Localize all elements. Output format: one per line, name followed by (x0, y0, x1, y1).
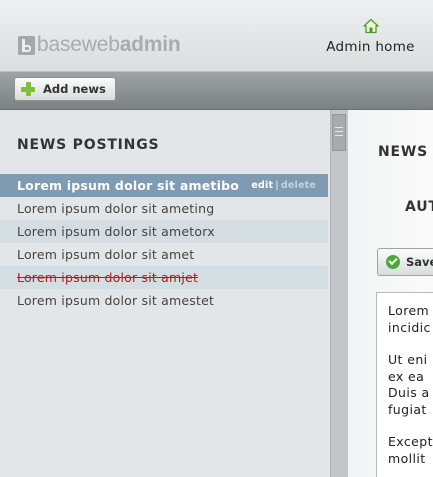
news-item[interactable]: Lorem ipsum dolor sit amet (0, 243, 328, 266)
body-paragraph: Except mollit (388, 434, 433, 466)
news-item[interactable]: Lorem ipsum dolor sit amestet (0, 289, 328, 312)
news-item-title: Lorem ipsum dolor sit amet (17, 247, 195, 262)
news-item[interactable]: Lorem ipsum dolor sit ametibo edit | delet… (0, 174, 328, 197)
add-news-label: Add news (43, 82, 106, 96)
list-scrollbar[interactable] (330, 110, 348, 477)
delete-link[interactable]: delete (281, 180, 316, 191)
news-editor-panel: NEWS T AUT Save Lorem incidic Ut eni ex … (348, 110, 433, 477)
author-label: AUT (405, 199, 433, 215)
checkmark-icon (386, 255, 400, 269)
plus-icon (21, 82, 35, 96)
app-header: basewebadmin Admin home (0, 0, 433, 72)
news-item[interactable]: Lorem ipsum dolor sit amjet (0, 266, 328, 289)
save-button[interactable]: Save (377, 248, 433, 276)
news-item-title: Lorem ipsum dolor sit ametibo (17, 178, 240, 193)
home-icon (362, 18, 379, 34)
body-paragraph: Lorem incidic (388, 303, 431, 335)
add-news-button[interactable]: Add news (14, 77, 116, 101)
news-list: Lorem ipsum dolor sit ametibo edit | delet… (0, 174, 328, 312)
news-item-title: Lorem ipsum dolor sit amjet (17, 270, 199, 285)
news-body-editor[interactable]: Lorem incidic Ut eni ex ea Duis a fugiat… (376, 292, 433, 477)
body-paragraph: Ut eni ex ea Duis a fugiat (388, 352, 430, 417)
logo-mark-icon (18, 35, 35, 55)
admin-home-label: Admin home (326, 39, 415, 55)
edit-link[interactable]: edit (251, 180, 273, 191)
save-label: Save (406, 255, 433, 269)
app-logo: basewebadmin (18, 33, 181, 57)
toolbar: Add news (0, 72, 433, 110)
news-editor-heading: NEWS T (378, 144, 433, 160)
admin-home-link[interactable]: Admin home (323, 18, 418, 55)
news-list-panel: NEWS POSTINGS Lorem ipsum dolor sit amet… (0, 110, 330, 477)
logo-text: basewebadmin (37, 33, 181, 56)
news-item-title: Lorem ipsum dolor sit amestet (17, 293, 215, 308)
news-item[interactable]: Lorem ipsum dolor sit ameting (0, 197, 328, 220)
scrollbar-thumb[interactable] (332, 114, 346, 151)
news-item-title: Lorem ipsum dolor sit ameting (17, 201, 215, 216)
news-postings-heading: NEWS POSTINGS (17, 137, 160, 153)
actions-separator: | (275, 180, 279, 191)
news-item-title: Lorem ipsum dolor sit ametorx (17, 224, 215, 239)
news-item[interactable]: Lorem ipsum dolor sit ametorx (0, 220, 328, 243)
news-item-actions: edit | delete (251, 174, 316, 197)
